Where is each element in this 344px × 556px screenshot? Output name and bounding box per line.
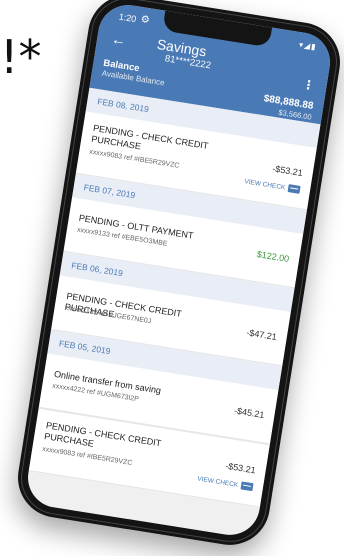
view-check-label: VIEW CHECK: [196, 474, 239, 489]
status-time: 1:20: [118, 11, 138, 25]
phone-mockup: 1:20 ⚙ ▾◢▮ ← Savings 81****2222 ⋮ Balanc…: [12, 0, 344, 551]
signal-battery-icon: ▾◢▮: [298, 40, 318, 52]
transaction-amount: -$53.21: [224, 460, 257, 476]
transaction-amount: -$47.21: [245, 327, 278, 343]
arrow-left-icon[interactable]: ←: [110, 31, 127, 50]
transaction-amount: -$45.21: [233, 405, 266, 421]
phone-screen: 1:20 ⚙ ▾◢▮ ← Savings 81****2222 ⋮ Balanc…: [23, 0, 335, 540]
more-vertical-icon[interactable]: ⋮: [302, 77, 316, 93]
check-image-icon: [240, 481, 254, 492]
view-check-button[interactable]: VIEW CHECK: [244, 177, 301, 194]
gear-icon: ⚙: [139, 13, 151, 27]
view-check-label: VIEW CHECK: [243, 177, 286, 192]
view-check-button[interactable]: VIEW CHECK: [197, 475, 254, 492]
transaction-amount: -$53.21: [271, 163, 304, 179]
background-text: !*: [0, 30, 42, 84]
check-image-icon: [287, 184, 301, 194]
transaction-amount: $122.00: [256, 249, 290, 265]
